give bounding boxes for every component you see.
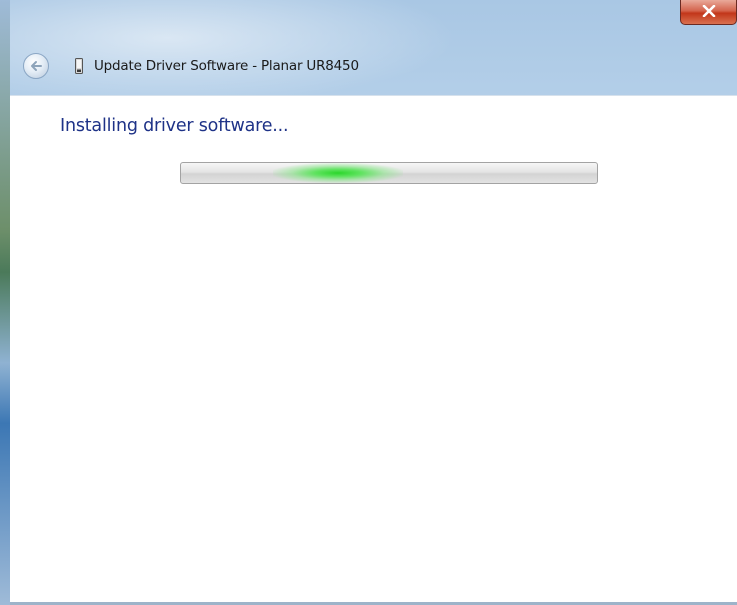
- window-frame-edge: [0, 0, 10, 605]
- page-heading: Installing driver software...: [60, 116, 289, 136]
- close-icon: [702, 5, 716, 17]
- window-title: Update Driver Software - Planar UR8450: [94, 58, 359, 74]
- update-driver-window: Update Driver Software - Planar UR8450 I…: [0, 0, 737, 605]
- back-button[interactable]: [23, 53, 49, 79]
- back-arrow-icon: [31, 61, 42, 71]
- content-area: Installing driver software...: [10, 95, 737, 605]
- device-icon: [75, 58, 83, 74]
- progress-indicator: [272, 163, 403, 183]
- close-button[interactable]: [680, 0, 737, 25]
- progress-bar: [180, 162, 598, 184]
